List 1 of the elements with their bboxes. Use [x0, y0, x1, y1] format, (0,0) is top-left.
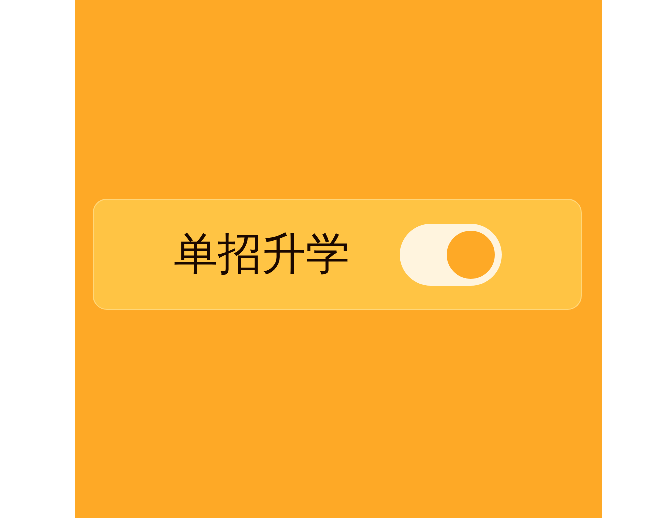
- setting-label: 单招升学: [174, 228, 350, 282]
